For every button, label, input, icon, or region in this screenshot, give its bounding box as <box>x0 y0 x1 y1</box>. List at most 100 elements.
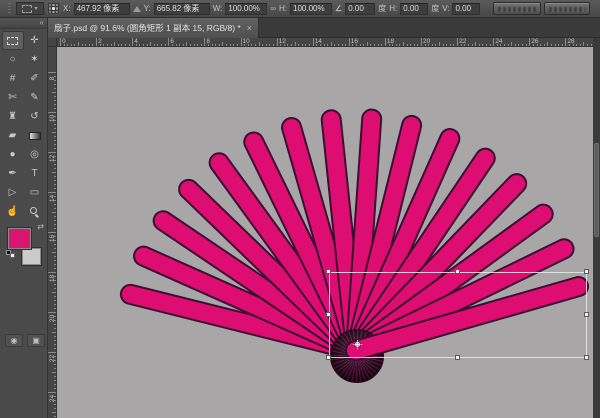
screen-mode-button[interactable]: ▣ <box>27 334 45 347</box>
rotate-angle-icon: ∠ <box>335 4 342 13</box>
tool-preset-picker[interactable]: ▾ <box>16 2 44 15</box>
v-ruler-label: 8 <box>49 74 56 83</box>
tools-grid: ✛○✶#✐✄✎♜↺▰●◎✒T▷▭☝ <box>0 31 47 221</box>
healing-brush-tool[interactable]: ✄ <box>2 88 24 107</box>
transform-handle[interactable] <box>584 312 589 317</box>
h-ruler-label: 8 <box>206 38 210 45</box>
ruler-corner <box>48 38 57 47</box>
x-input[interactable]: 467.92 像素 <box>74 3 130 15</box>
right-panel-edge <box>593 38 600 418</box>
h-input[interactable]: 100.00% <box>290 3 332 15</box>
v-ruler-label: 10 <box>49 114 56 123</box>
brush-tool[interactable]: ✎ <box>24 88 46 107</box>
unreadable-button-right[interactable] <box>544 2 590 15</box>
eyedropper-tool[interactable]: ✐ <box>24 69 46 88</box>
swap-colors-icon[interactable]: ⇄ <box>37 222 44 231</box>
rotate-input[interactable]: 0.00 <box>345 3 375 15</box>
transform-handle[interactable] <box>326 269 331 274</box>
document-tab-title: 扇子.psd @ 91.6% (圆角矩形 1 副本 15, RGB/8) * <box>54 22 241 34</box>
unreadable-button-left[interactable] <box>493 2 541 15</box>
skew-h-input[interactable]: 0.00 <box>400 3 428 15</box>
v-ruler-label: 22 <box>49 354 56 363</box>
document-canvas[interactable] <box>57 47 593 418</box>
h-ruler-label: 14 <box>315 38 322 45</box>
vertical-ruler[interactable]: 81012141618202224 <box>48 47 57 418</box>
photoshop-window: ▾ X: 467.92 像素 Y: 665.82 像素 W: 100.00% ∞… <box>0 0 600 418</box>
tools-panel: « ✛○✶#✐✄✎♜↺▰●◎✒T▷▭☝ ⇄ ◉ ▣ <box>0 18 48 418</box>
skew-v-input[interactable]: 0.00 <box>452 3 480 15</box>
h-ruler-label: 22 <box>459 38 466 45</box>
lasso-tool[interactable]: ○ <box>2 50 24 69</box>
skew-v-label: V: <box>442 4 449 13</box>
h-ruler-label: 28 <box>567 38 574 45</box>
tools-panel-collapse[interactable]: « <box>0 18 47 29</box>
options-bar: ▾ X: 467.92 像素 Y: 665.82 像素 W: 100.00% ∞… <box>0 0 600 18</box>
document-tab[interactable]: 扇子.psd @ 91.6% (圆角矩形 1 副本 15, RGB/8) * × <box>48 18 259 38</box>
magnifier-icon <box>30 207 39 216</box>
h-ruler-label: 26 <box>531 38 538 45</box>
move-tool[interactable]: ✛ <box>24 31 46 50</box>
crop-tool[interactable]: # <box>2 69 24 88</box>
quick-mask-button[interactable]: ◉ <box>5 334 23 347</box>
dodge-tool[interactable]: ◎ <box>24 145 46 164</box>
clone-stamp-tool[interactable]: ♜ <box>2 107 24 126</box>
relative-position-icon[interactable] <box>133 6 141 12</box>
shape-tool[interactable]: ▭ <box>24 183 46 202</box>
h-ruler-label: 4 <box>134 38 138 45</box>
path-selection-tool[interactable]: ▷ <box>2 183 24 202</box>
w-input[interactable]: 100.00% <box>225 3 267 15</box>
v-ruler-label: 18 <box>49 274 56 283</box>
tab-bar: 扇子.psd @ 91.6% (圆角矩形 1 副本 15, RGB/8) * × <box>48 18 600 38</box>
w-label: W: <box>213 4 223 13</box>
transform-handle[interactable] <box>584 355 589 360</box>
gradient-tool[interactable] <box>24 126 46 145</box>
background-color-swatch[interactable] <box>22 248 41 265</box>
chevron-down-icon: ▾ <box>34 5 37 12</box>
zoom-tool[interactable] <box>24 202 46 221</box>
magic-wand-tool[interactable]: ✶ <box>24 50 46 69</box>
h-ruler-label: 2 <box>98 38 102 45</box>
transform-reference-point[interactable] <box>353 340 362 349</box>
transform-bounding-box[interactable] <box>329 272 587 358</box>
color-swatches: ⇄ <box>6 224 44 268</box>
type-tool[interactable]: T <box>24 164 46 183</box>
transform-handle[interactable] <box>326 355 331 360</box>
marquee-icon <box>7 37 18 45</box>
transform-tool-icon <box>22 5 32 13</box>
vertical-scrollbar[interactable] <box>594 143 599 237</box>
h-ruler-label: 10 <box>243 38 250 45</box>
tab-close-icon[interactable]: × <box>247 23 252 33</box>
transform-handle[interactable] <box>584 269 589 274</box>
hand-tool[interactable]: ☝ <box>2 202 24 221</box>
transform-handle[interactable] <box>455 269 460 274</box>
transform-handle[interactable] <box>326 312 331 317</box>
horizontal-ruler[interactable]: 0246810121416182022242628 <box>57 38 593 47</box>
options-bar-grip <box>8 3 11 15</box>
y-label: Y: <box>144 4 151 13</box>
h-ruler-label: 18 <box>387 38 394 45</box>
h-label: H: <box>279 4 287 13</box>
v-ruler-label: 16 <box>49 234 56 243</box>
link-dimensions-icon[interactable]: ∞ <box>270 4 276 13</box>
reference-point-locator[interactable] <box>47 2 60 15</box>
rotate-unit: 度 <box>378 3 386 14</box>
skew-h-unit: 度 <box>431 3 439 14</box>
skew-h-label: H: <box>389 4 397 13</box>
h-ruler-label: 24 <box>495 38 502 45</box>
v-ruler-label: 24 <box>49 394 56 403</box>
transform-handle[interactable] <box>455 355 460 360</box>
foreground-color-swatch[interactable] <box>8 228 31 249</box>
v-ruler-label: 12 <box>49 154 56 163</box>
history-brush-tool[interactable]: ↺ <box>24 107 46 126</box>
h-ruler-label: 20 <box>423 38 430 45</box>
h-ruler-label: 0 <box>62 38 66 45</box>
default-colors-icon[interactable] <box>6 250 15 258</box>
h-ruler-label: 12 <box>279 38 286 45</box>
blur-tool[interactable]: ● <box>2 145 24 164</box>
y-input[interactable]: 665.82 像素 <box>154 3 210 15</box>
pen-tool[interactable]: ✒ <box>2 164 24 183</box>
rectangular-marquee-tool[interactable] <box>2 31 24 50</box>
x-label: X: <box>63 4 71 13</box>
eraser-tool[interactable]: ▰ <box>2 126 24 145</box>
v-ruler-label: 14 <box>49 194 56 203</box>
